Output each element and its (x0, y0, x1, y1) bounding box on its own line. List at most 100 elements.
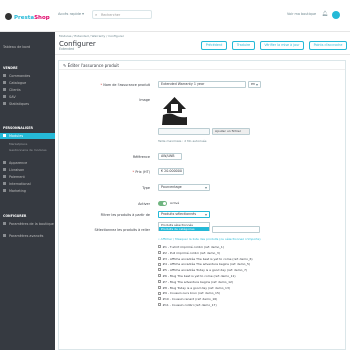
customers-icon (3, 88, 6, 91)
name-label-text: Nom de l'assurance produit (103, 83, 150, 87)
list-item[interactable]: #11 - Coussin colibri (ref: demo_17) (158, 303, 268, 309)
language-select[interactable]: en (248, 81, 261, 88)
advanced-settings-icon (3, 234, 6, 237)
sidebar-item-label: Paramètres avancés (9, 234, 44, 238)
quick-access-menu[interactable]: Accès rapide ▾ (58, 12, 84, 16)
checkbox[interactable] (158, 262, 161, 266)
product-label: #10 - Coussin renard (ref: demo_16) (162, 297, 218, 302)
name-input[interactable]: Extended Warranty 1 year (158, 81, 246, 88)
checkbox[interactable] (158, 291, 161, 295)
marketing-icon (3, 189, 6, 192)
sidebar-item-modules[interactable]: Modules (0, 133, 55, 139)
type-label: Type (142, 186, 150, 190)
image-preview (162, 97, 187, 125)
reference-input[interactable]: AW/LWB (158, 153, 182, 160)
sidebar-item-label: Modules (9, 134, 24, 138)
page: PrestaShop Accès rapide ▾ ⌕ Rechercher Vo… (0, 0, 350, 350)
file-name-input[interactable] (158, 128, 210, 135)
logo-text: Presta (14, 15, 35, 21)
product-list: #1 - T-shirt imprimé colibri (ref: demo_… (158, 245, 268, 309)
dropdown-option[interactable]: Produits de catégories (159, 227, 209, 231)
sidebar-item-shipping[interactable]: Livraison (3, 168, 24, 172)
page-subtitle: Extended (59, 47, 75, 51)
panel-title: ✎ Éditer l'assurance produit (59, 61, 345, 70)
sidebar-item-dashboard[interactable]: Tableau de bord (3, 45, 30, 49)
filter-select[interactable]: Produits sélectionnés (158, 211, 210, 218)
sidebar-section-configure: Configurer (3, 214, 27, 218)
settings-icon (3, 222, 6, 225)
top-bar: PrestaShop Accès rapide ▾ ⌕ Rechercher Vo… (0, 0, 350, 32)
checkbox[interactable] (158, 285, 161, 289)
sidebar-item-payment[interactable]: Paiement (3, 175, 25, 179)
avatar[interactable] (332, 11, 340, 19)
checkbox[interactable] (158, 274, 161, 278)
logo[interactable]: PrestaShop (5, 13, 50, 21)
price-input[interactable]: € 20.000000 (158, 168, 184, 175)
sidebar-section-sell: Vendre (3, 66, 18, 70)
sidebar-item-advanced-params[interactable]: Paramètres avancés (3, 234, 43, 238)
product-label: #1 - T-shirt imprimé colibri (ref: demo_… (162, 245, 224, 249)
product-label: #9 - Coussin ours brun (ref: demo_15) (162, 291, 221, 296)
sidebar-item-label: Livraison (9, 168, 25, 172)
search-icon: ⌕ (95, 12, 98, 17)
add-file-button[interactable]: Ajouter un fichier (212, 128, 250, 135)
select-products-label: Sélectionnez les produits à relier (94, 228, 150, 232)
stats-icon (3, 102, 6, 105)
payment-icon (3, 175, 6, 178)
type-select[interactable]: Pourcentage (158, 184, 210, 191)
sidebar-item-catalog[interactable]: Catalogue (3, 81, 26, 85)
hooks-button[interactable]: Points d'accroche (309, 41, 347, 50)
active-toggle[interactable] (158, 201, 167, 206)
view-shop-link[interactable]: Voir ma boutique (287, 12, 316, 16)
sidebar-item-label: Paiement (9, 175, 25, 179)
checkbox[interactable] (158, 268, 161, 272)
filter-dropdown: Produits sélectionnés Produits de catégo… (158, 222, 210, 231)
price-label-text: Prix (HT) (135, 170, 150, 174)
checkbox[interactable] (158, 280, 161, 284)
check-update-button[interactable]: Vérifier la mise à jour (260, 41, 304, 50)
sidebar-item-marketing[interactable]: Marketing (3, 189, 26, 193)
sidebar-subitem-marketplace[interactable]: Marketplace (9, 142, 27, 146)
sidebar-item-label: Paramètres de la boutique (9, 222, 54, 226)
sidebar-item-appearance[interactable]: Apparence (3, 161, 27, 165)
sav-icon (3, 95, 6, 98)
catalog-icon (3, 81, 6, 84)
checkbox[interactable] (158, 245, 161, 249)
modules-icon (3, 134, 6, 137)
sidebar-subitem-module-manager[interactable]: Gestionnaire de modules (9, 148, 47, 152)
toggle-product-list-link[interactable]: ⌕ Afficher / Masquer la liste des produi… (158, 237, 261, 241)
name-label: * Nom de l'assurance produit (58, 83, 151, 87)
back-button[interactable]: Précédent (201, 41, 227, 50)
sidebar-item-sav[interactable]: SAV (3, 95, 16, 99)
sidebar-item-label: Apparence (9, 161, 28, 165)
checkbox[interactable] (158, 256, 161, 260)
product-label: #8 - Mug Today is a good day (ref: demo_… (162, 285, 231, 290)
product-label: #7 - Mug The adventure begins (ref: demo… (162, 279, 234, 284)
sidebar-item-orders[interactable]: Commandes (3, 74, 30, 78)
sidebar-item-label: Clients (9, 88, 21, 92)
sidebar-item-label: Commandes (9, 74, 31, 78)
search-input[interactable]: ⌕ Rechercher (92, 10, 152, 19)
sidebar-item-label: SAV (9, 95, 16, 99)
bell-icon[interactable]: 🔔︎ (322, 11, 328, 17)
toggle-product-list-text: Afficher / Masquer la liste des produits… (160, 237, 261, 241)
add-file-label: Ajouter un fichier (215, 129, 241, 133)
panel-title-text: Éditer l'assurance produit (67, 63, 119, 68)
checkbox[interactable] (158, 251, 161, 255)
image-hint: Taille maximale : 2 Mo autorisée (158, 139, 207, 143)
sidebar-item-label: International (9, 182, 31, 186)
sidebar-item-label: Catalogue (9, 81, 27, 85)
sidebar-item-customers[interactable]: Clients (3, 88, 21, 92)
product-search-input[interactable] (212, 226, 260, 233)
translate-button[interactable]: Traduire (232, 41, 255, 50)
sidebar-item-shop-params[interactable]: Paramètres de la boutique (3, 222, 54, 226)
checkbox[interactable] (158, 297, 161, 301)
sidebar: Tableau de bord Vendre Commandes Catalog… (0, 32, 55, 350)
product-label: #5 - Affiche encadrée Today is a good da… (162, 268, 248, 273)
product-label: #2 - Pull imprimé colibri (ref: demo_3) (162, 250, 220, 255)
checkbox[interactable] (158, 303, 161, 307)
sidebar-item-stats[interactable]: Statistiques (3, 102, 29, 106)
sidebar-item-international[interactable]: International (3, 182, 31, 186)
breadcrumb: Modules / Extended / Warranty / Configur… (59, 34, 124, 38)
orders-icon (3, 74, 6, 77)
